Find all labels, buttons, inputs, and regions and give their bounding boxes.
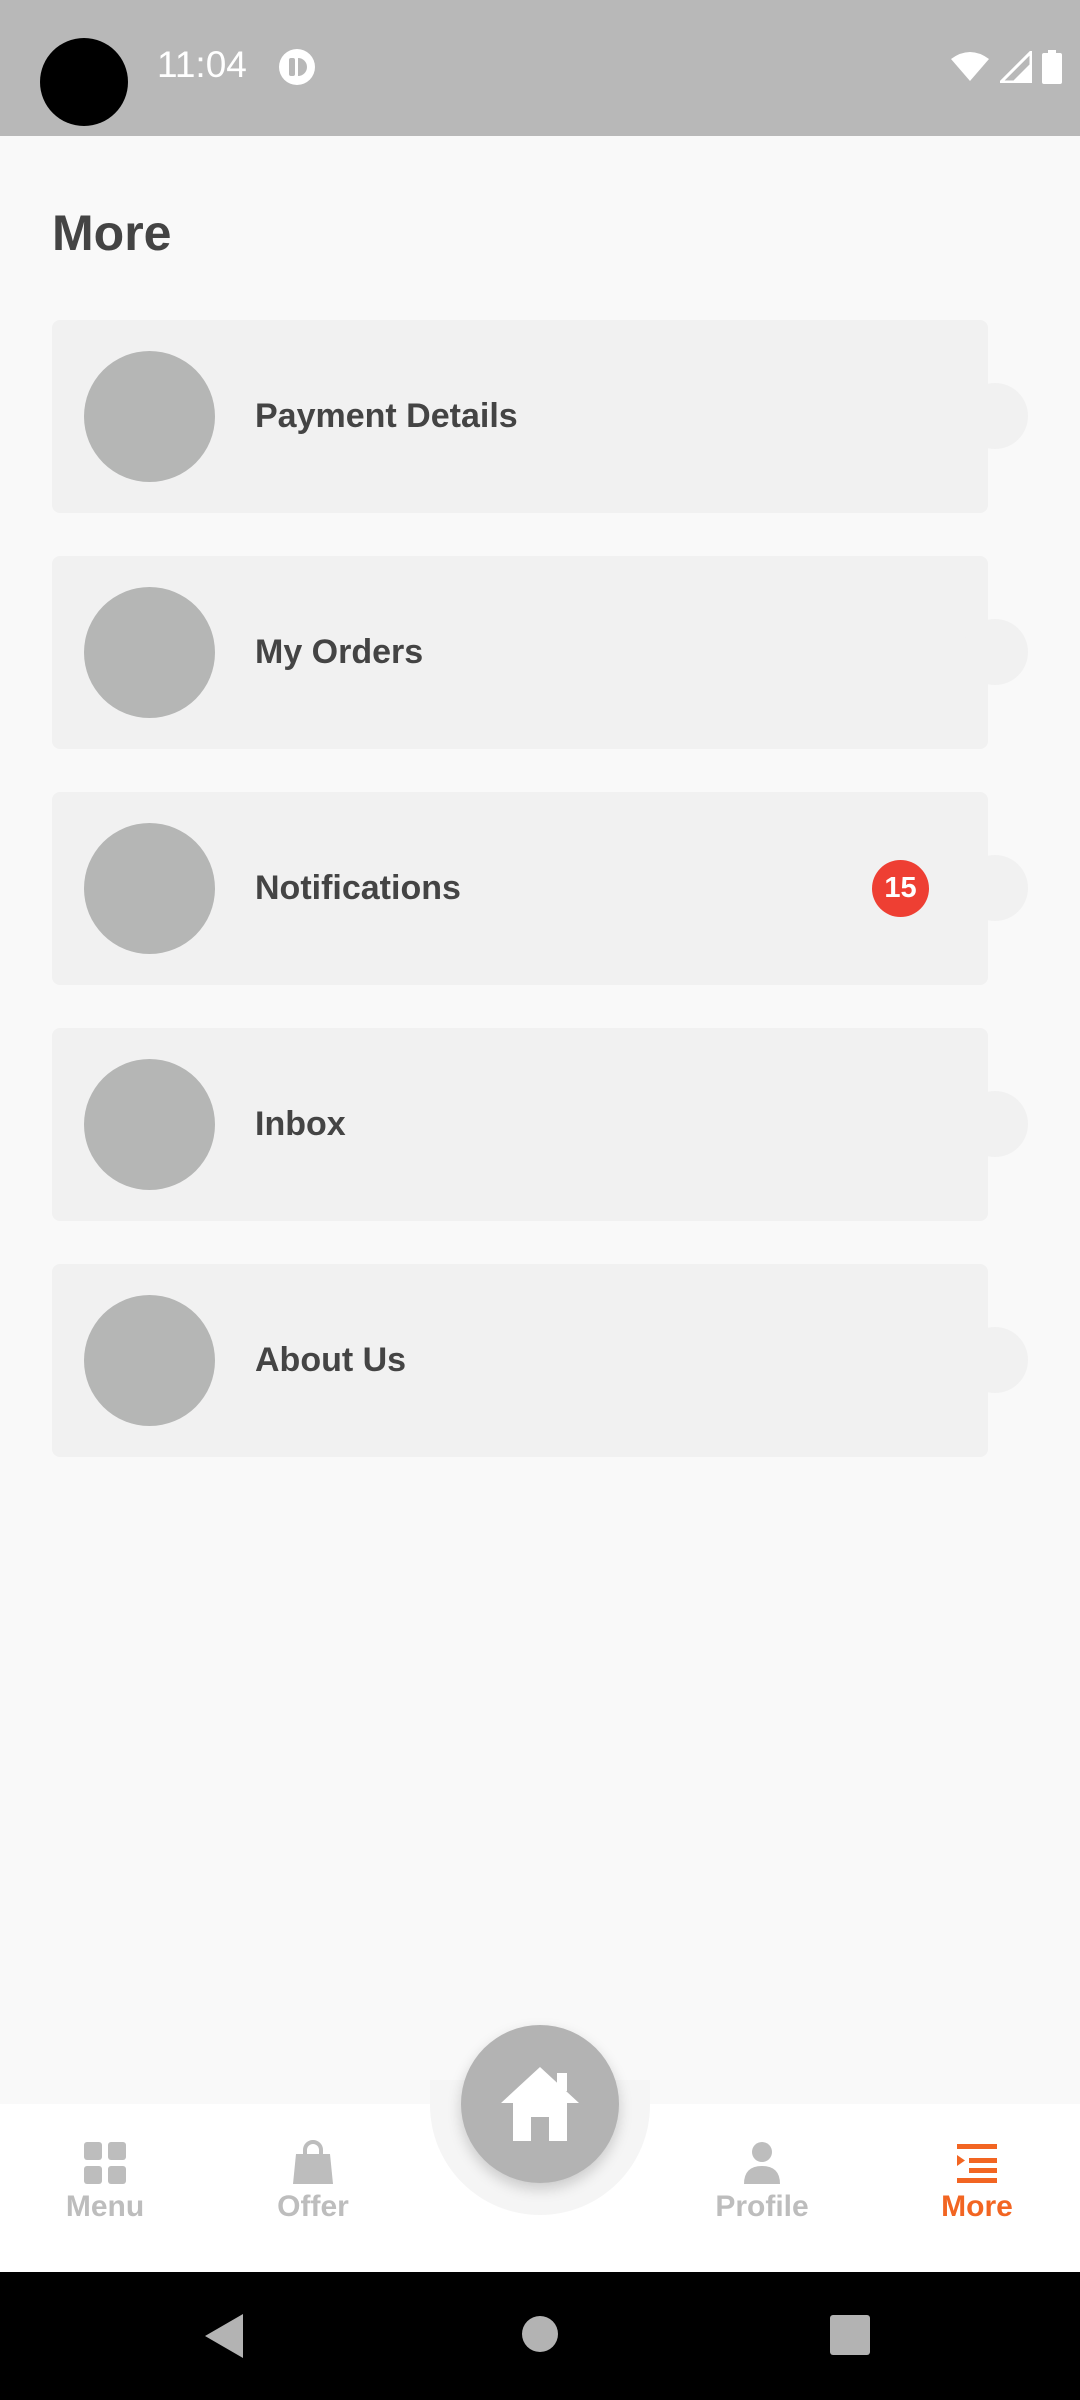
nav-tab-profile-label: Profile xyxy=(715,2190,809,2223)
person-icon xyxy=(744,2142,780,2184)
menu-list: Payment Details My Orders Notifications … xyxy=(52,320,1028,1500)
about-us-icon xyxy=(84,1295,215,1426)
chevron-right-icon[interactable] xyxy=(962,383,1028,449)
menu-item-label: Inbox xyxy=(255,1105,346,1143)
home-button[interactable] xyxy=(461,2025,619,2183)
page-title: More xyxy=(52,205,172,261)
battery-icon xyxy=(1042,50,1062,84)
chevron-right-icon[interactable] xyxy=(962,1091,1028,1157)
menu-item-my-orders[interactable]: My Orders xyxy=(52,556,1028,749)
chevron-right-icon[interactable] xyxy=(962,619,1028,685)
menu-item-label: Notifications xyxy=(255,869,461,907)
notification-count-badge: 15 xyxy=(872,860,929,917)
menu-item-payment-details[interactable]: Payment Details xyxy=(52,320,1028,513)
menu-item-label: About Us xyxy=(255,1341,407,1379)
back-icon[interactable] xyxy=(203,2312,245,2360)
menu-item-inbox[interactable]: Inbox xyxy=(52,1028,1028,1221)
nav-tab-more-label: More xyxy=(941,2190,1013,2223)
grid-icon xyxy=(84,2142,126,2184)
wifi-icon xyxy=(951,52,989,81)
status-icons xyxy=(950,50,1062,84)
home-nav-icon[interactable] xyxy=(521,2315,559,2353)
status-bar: 11:04 xyxy=(0,0,1080,136)
menu-item-label: Payment Details xyxy=(255,397,518,435)
chevron-right-icon[interactable] xyxy=(962,855,1028,921)
menu-item-notifications[interactable]: Notifications 15 xyxy=(52,792,1028,985)
status-time: 11:04 xyxy=(157,44,247,85)
chevron-right-icon[interactable] xyxy=(962,1327,1028,1393)
nav-tab-offer-label: Offer xyxy=(277,2190,349,2223)
notification-app-icon xyxy=(279,49,315,85)
nav-tab-offer[interactable]: Offer xyxy=(248,2140,378,2224)
cellular-signal-icon xyxy=(1000,51,1032,83)
inbox-icon xyxy=(84,1059,215,1190)
nav-tab-profile[interactable]: Profile xyxy=(697,2140,827,2224)
shopping-bag-icon xyxy=(293,2140,333,2184)
nav-tab-more[interactable]: More xyxy=(912,2140,1042,2224)
system-navigation-bar xyxy=(0,2272,1080,2400)
my-orders-icon xyxy=(84,587,215,718)
menu-item-label: My Orders xyxy=(255,633,424,671)
recents-icon[interactable] xyxy=(830,2315,870,2355)
nav-tab-menu[interactable]: Menu xyxy=(40,2140,170,2224)
menu-item-about-us[interactable]: About Us xyxy=(52,1264,1028,1457)
nav-tab-menu-label: Menu xyxy=(65,2190,145,2223)
camera-cutout xyxy=(40,38,128,126)
home-icon xyxy=(501,2067,579,2141)
payment-details-icon xyxy=(84,351,215,482)
notifications-icon xyxy=(84,823,215,954)
menu-list-icon xyxy=(957,2144,997,2183)
